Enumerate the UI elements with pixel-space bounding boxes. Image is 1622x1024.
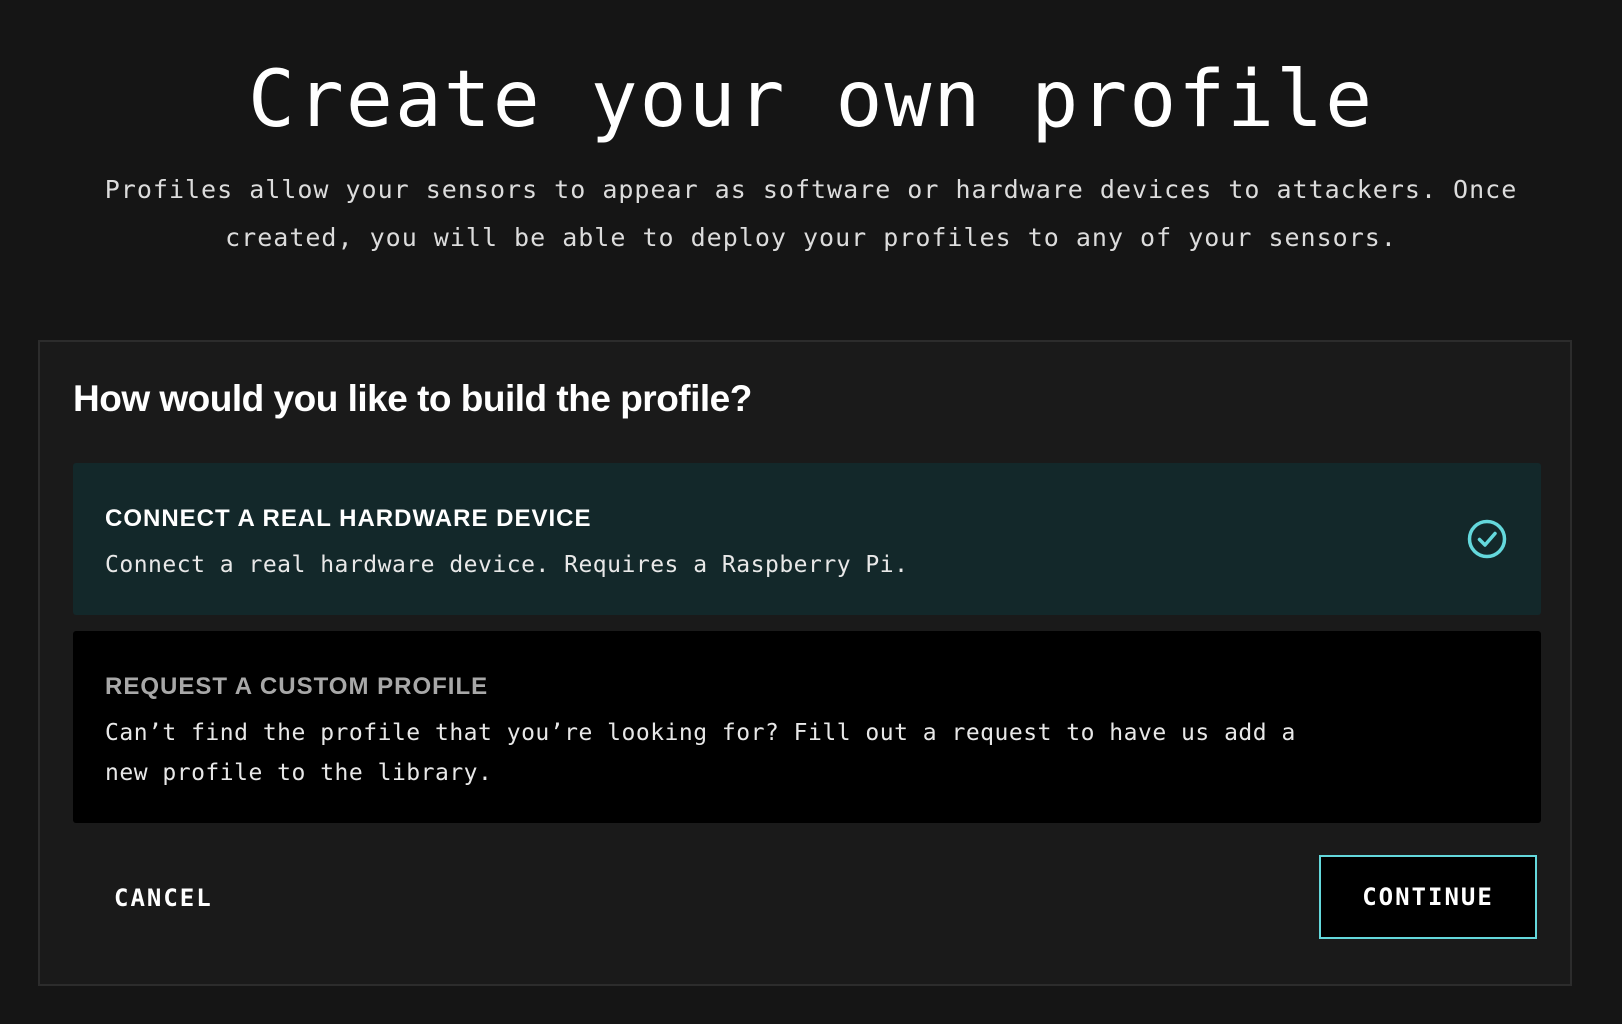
option-description: Can’t find the profile that you’re looki… xyxy=(105,720,1296,786)
profile-build-panel: How would you like to build the profile?… xyxy=(38,340,1572,986)
check-circle-icon xyxy=(1467,519,1507,559)
cancel-button[interactable]: CANCEL xyxy=(100,868,227,928)
option-title: REQUEST A CUSTOM PROFILE xyxy=(105,673,489,700)
build-method-question: How would you like to build the profile? xyxy=(73,378,752,419)
continue-button[interactable]: CONTINUE xyxy=(1319,855,1537,939)
option-title: CONNECT A REAL HARDWARE DEVICE xyxy=(105,505,592,532)
page-subtitle: Profiles allow your sensors to appear as… xyxy=(104,175,1518,252)
option-description: Connect a real hardware device. Requires… xyxy=(105,552,909,578)
option-request-custom-profile[interactable]: REQUEST A CUSTOM PROFILE Can’t find the … xyxy=(73,631,1541,823)
page-title: Create your own profile xyxy=(247,55,1375,145)
option-connect-hardware-device[interactable]: CONNECT A REAL HARDWARE DEVICE Connect a… xyxy=(73,463,1541,615)
